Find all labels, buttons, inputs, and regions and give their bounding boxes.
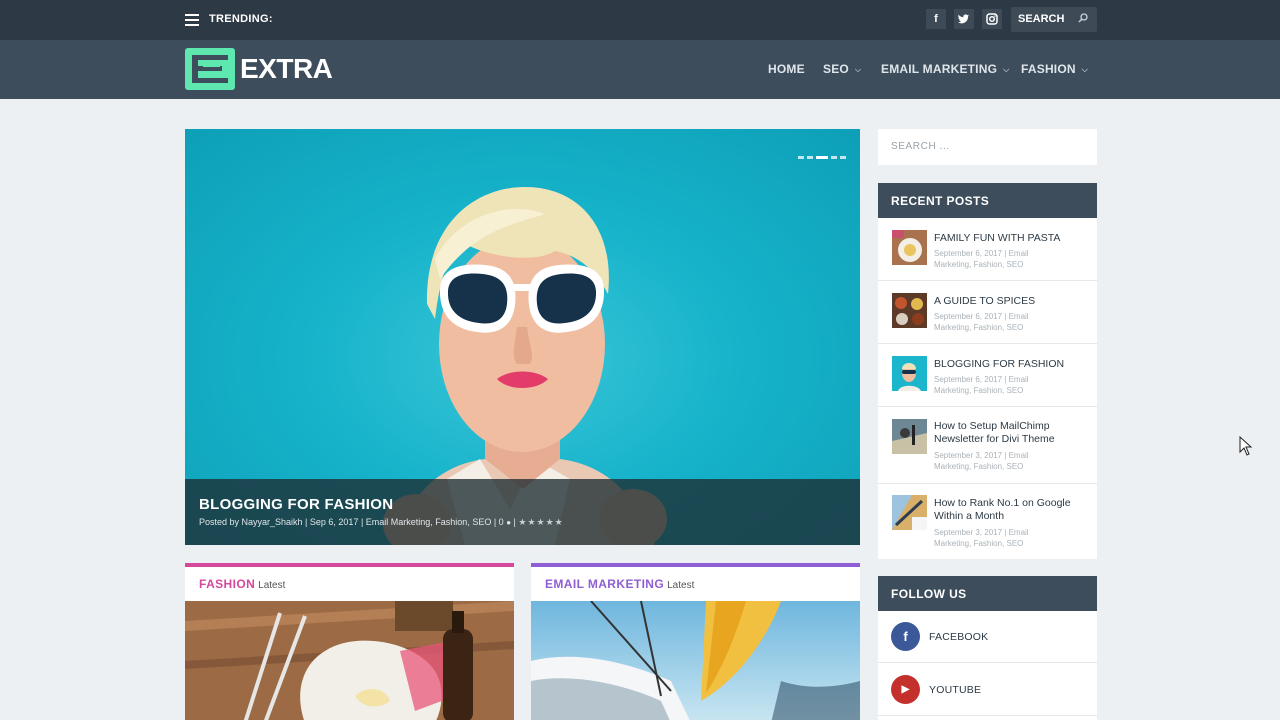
- twitter-icon[interactable]: [954, 9, 974, 29]
- email-marketing-color-bar: [531, 563, 860, 567]
- post-title[interactable]: How to Rank No.1 on Google Within a Mont…: [934, 497, 1084, 523]
- post-thumbnail[interactable]: [892, 356, 927, 391]
- fashion-sub-label: Latest: [258, 580, 286, 591]
- list-item[interactable]: FAMILY FUN WITH PASTA September 6, 2017 …: [878, 218, 1097, 281]
- post-meta: September 3, 2017 | Email Marketing, Fas…: [934, 528, 1029, 548]
- nav-fashion[interactable]: FASHION ⌵: [1021, 62, 1088, 76]
- slider-dots[interactable]: [795, 146, 846, 164]
- pasta-dish-image[interactable]: [185, 601, 514, 720]
- chevron-down-icon: ⌵: [854, 65, 862, 74]
- follow-us-heading-text: FOLLOW US: [891, 587, 967, 601]
- hero-caption: BLOGGING FOR FASHION Posted by Nayyar_Sh…: [185, 479, 860, 545]
- chevron-down-icon: ⌵: [1081, 65, 1089, 74]
- hero-meta-text: Posted by Nayyar_Shaikh | Sep 6, 2017 | …: [199, 517, 504, 527]
- nav-email-marketing-label: EMAIL MARKETING: [881, 62, 998, 76]
- hero-title[interactable]: BLOGGING FOR FASHION: [199, 496, 393, 513]
- top-search-label: SEARCH: [1018, 13, 1065, 25]
- post-title[interactable]: A GUIDE TO SPICES: [934, 295, 1084, 308]
- post-thumbnail[interactable]: [892, 230, 927, 265]
- post-thumbnail[interactable]: [892, 495, 927, 530]
- chevron-down-icon: ⌵: [1003, 65, 1010, 74]
- post-meta: September 6, 2017 | Email Marketing, Fas…: [934, 249, 1029, 269]
- nav-home[interactable]: HOME: [768, 62, 805, 76]
- fashion-category-title[interactable]: FASHION Latest: [199, 577, 285, 591]
- recent-posts-heading-text: RECENT POSTS: [891, 194, 990, 208]
- email-marketing-sub-label: Latest: [667, 580, 695, 591]
- fashion-title-text: FASHION: [199, 577, 256, 591]
- post-thumbnail[interactable]: [892, 293, 927, 328]
- list-item[interactable]: A GUIDE TO SPICES September 6, 2017 | Em…: [878, 281, 1097, 344]
- follow-us-heading: FOLLOW US: [878, 576, 1097, 611]
- instagram-icon[interactable]: [982, 9, 1002, 29]
- featured-slider[interactable]: BLOGGING FOR FASHION Posted by Nayyar_Sh…: [185, 129, 860, 545]
- nav-seo-label: SEO: [823, 62, 849, 76]
- follow-youtube-label[interactable]: YOUTUBE: [929, 684, 981, 696]
- sailboat-image[interactable]: [531, 601, 860, 720]
- list-item[interactable]: How to Rank No.1 on Google Within a Mont…: [878, 484, 1097, 559]
- logo-text[interactable]: EXTRA: [240, 53, 333, 85]
- email-marketing-category-box: EMAIL MARKETING Latest: [531, 563, 860, 720]
- top-search-box[interactable]: SEARCH: [1011, 7, 1097, 32]
- post-title[interactable]: FAMILY FUN WITH PASTA: [934, 232, 1084, 245]
- rating-stars: ★★★★★: [518, 517, 564, 527]
- nav-seo[interactable]: SEO ⌵: [823, 62, 861, 76]
- site-header: EXTRA HOME SEO ⌵ EMAIL MARKETING ⌵ FASHION…: [0, 40, 1280, 99]
- sidebar-search-placeholder: SEARCH ...: [891, 141, 950, 152]
- top-bar: TRENDING: f SEARCH: [0, 0, 1280, 40]
- menu-icon[interactable]: [185, 14, 199, 26]
- hero-meta: Posted by Nayyar_Shaikh | Sep 6, 2017 | …: [199, 517, 564, 527]
- comment-icon: ●: [506, 518, 512, 527]
- follow-us-list: f FACEBOOK ▶ YOUTUBE: [878, 611, 1097, 720]
- sidebar-search-input[interactable]: SEARCH ...: [878, 129, 1097, 165]
- fashion-category-box: FASHION Latest: [185, 563, 514, 720]
- email-marketing-title-text: EMAIL MARKETING: [545, 577, 665, 591]
- post-title[interactable]: BLOGGING FOR FASHION: [934, 358, 1084, 371]
- list-item[interactable]: How to Setup MailChimp Newsletter for Di…: [878, 407, 1097, 484]
- post-meta: September 6, 2017 | Email Marketing, Fas…: [934, 375, 1029, 395]
- facebook-icon[interactable]: f: [891, 622, 920, 651]
- post-title[interactable]: How to Setup MailChimp Newsletter for Di…: [934, 420, 1084, 446]
- mouse-cursor-icon: [1239, 436, 1253, 456]
- post-thumbnail[interactable]: [892, 419, 927, 454]
- trending-label: TRENDING:: [209, 13, 273, 25]
- fashion-color-bar: [185, 563, 514, 567]
- follow-facebook-label[interactable]: FACEBOOK: [929, 631, 988, 643]
- post-meta: September 3, 2017 | Email Marketing, Fas…: [934, 451, 1029, 471]
- recent-posts-list: FAMILY FUN WITH PASTA September 6, 2017 …: [878, 218, 1097, 559]
- youtube-icon[interactable]: ▶: [891, 675, 920, 704]
- list-item[interactable]: BLOGGING FOR FASHION September 6, 2017 |…: [878, 344, 1097, 407]
- search-icon: [1078, 13, 1088, 23]
- email-marketing-category-title[interactable]: EMAIL MARKETING Latest: [545, 577, 694, 591]
- follow-youtube[interactable]: ▶ YOUTUBE: [878, 664, 1097, 716]
- post-meta: September 6, 2017 | Email Marketing, Fas…: [934, 312, 1029, 332]
- extra-logo-icon[interactable]: [185, 48, 235, 90]
- recent-posts-heading: RECENT POSTS: [878, 183, 1097, 218]
- follow-facebook[interactable]: f FACEBOOK: [878, 611, 1097, 663]
- nav-fashion-label: FASHION: [1021, 62, 1076, 76]
- nav-email-marketing[interactable]: EMAIL MARKETING ⌵: [881, 62, 1009, 76]
- facebook-icon[interactable]: f: [926, 9, 946, 29]
- nav-home-label: HOME: [768, 62, 805, 76]
